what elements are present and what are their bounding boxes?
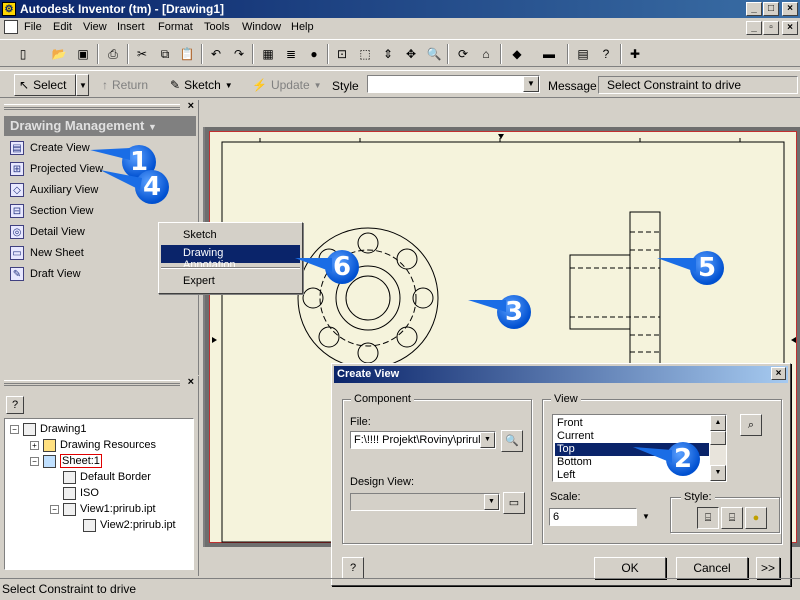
callout-pointers <box>90 148 696 463</box>
status-bar: Select Constraint to drive <box>0 578 800 600</box>
